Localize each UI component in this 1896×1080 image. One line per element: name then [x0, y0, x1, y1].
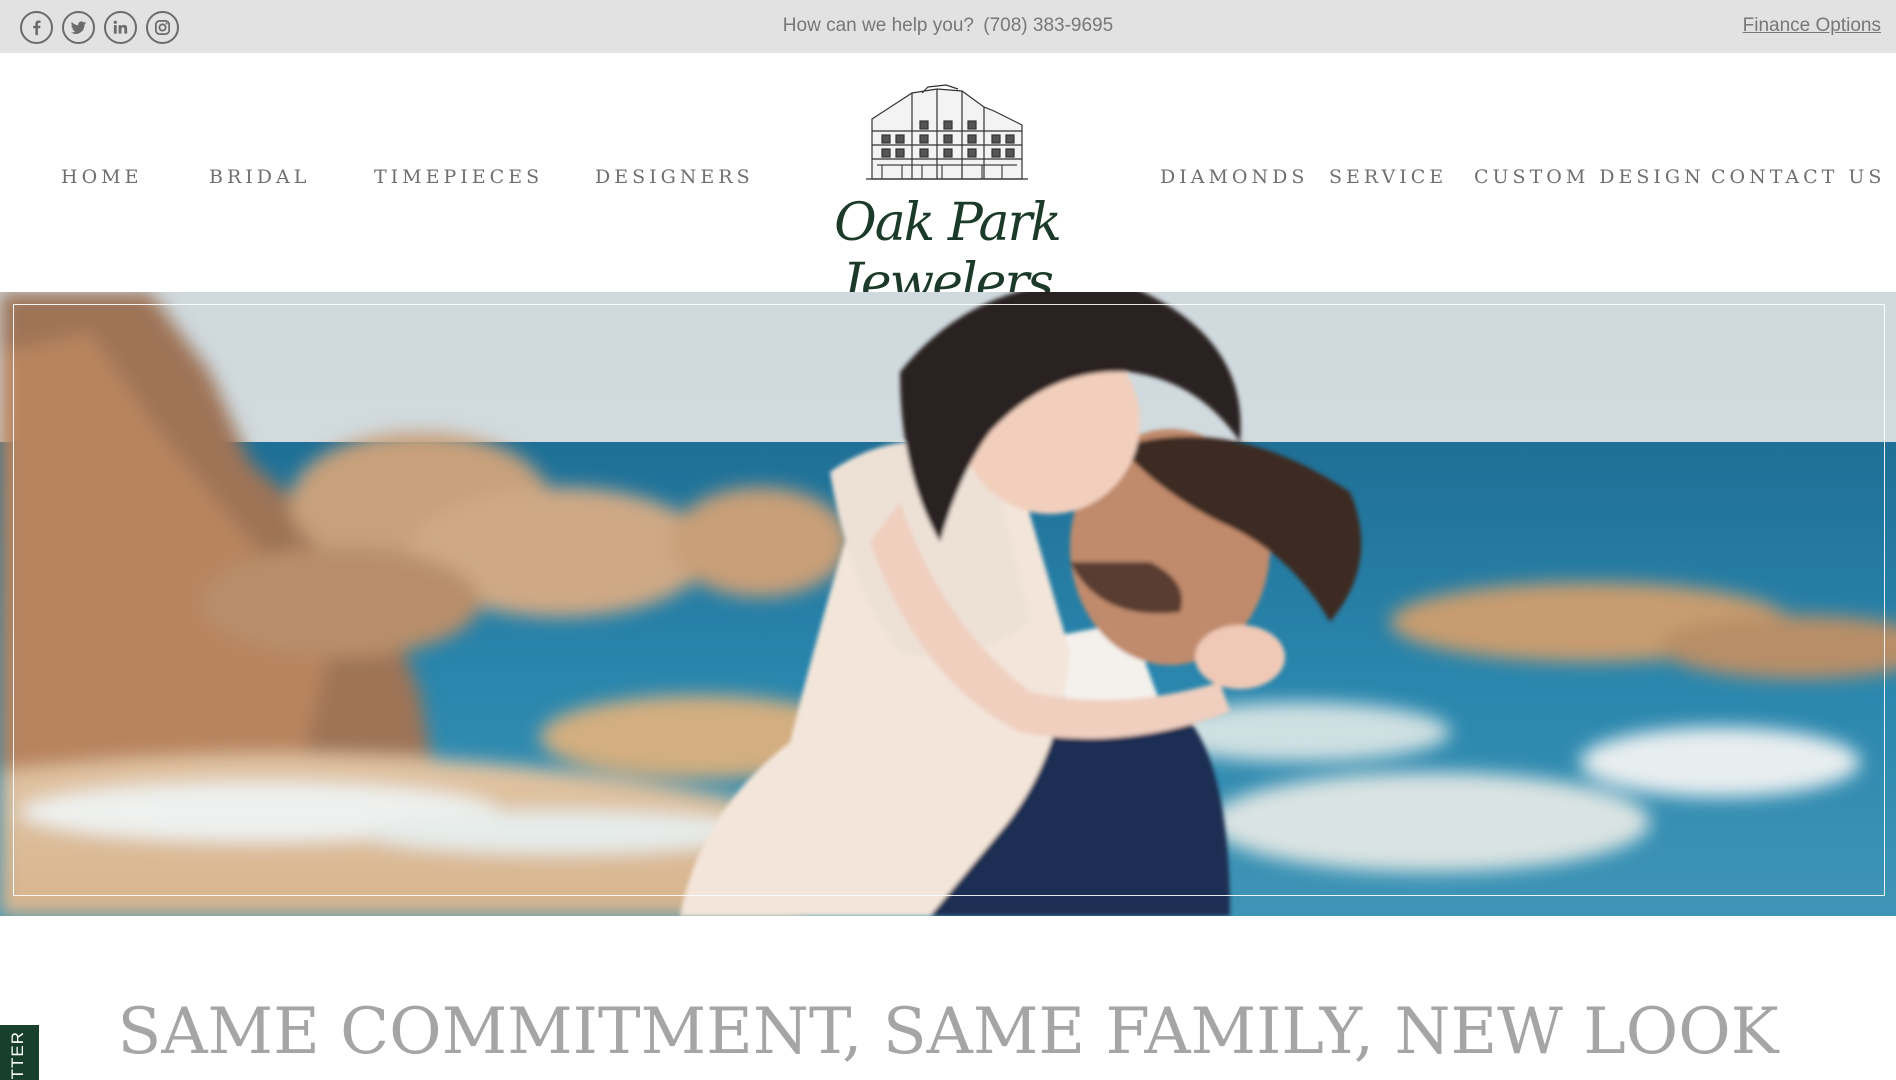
newsletter-tab-label: TTER — [8, 1031, 27, 1080]
nav-bridal[interactable]: BRIDAL — [209, 166, 310, 188]
finance-options-link[interactable]: Finance Options — [1743, 15, 1881, 37]
nav-designers[interactable]: DESIGNERS — [595, 166, 754, 188]
phone-link[interactable]: (708) 383-9695 — [983, 15, 1113, 36]
nav-timepieces[interactable]: TIMEPIECES — [374, 166, 543, 188]
site-header: HOME BRIDAL TIMEPIECES DESIGNERS Oak Par… — [0, 53, 1896, 313]
building-illustration — [866, 84, 1028, 180]
nav-service[interactable]: SERVICE — [1329, 166, 1447, 188]
help-line: How can we help you? (708) 383-9695 — [0, 15, 1896, 37]
top-bar: How can we help you? (708) 383-9695 Fina… — [0, 0, 1896, 53]
help-text: How can we help you? — [782, 15, 974, 36]
newsletter-tab[interactable]: TTER — [0, 1025, 39, 1080]
nav-custom-design[interactable]: CUSTOM DESIGN — [1474, 166, 1705, 188]
nav-contact-us[interactable]: CONTACT US — [1711, 166, 1885, 188]
nav-diamonds[interactable]: DIAMONDS — [1160, 166, 1308, 188]
site-logo[interactable]: Oak Park Jewelers — [762, 81, 1132, 313]
page-headline: SAME COMMITMENT, SAME FAMILY, NEW LOOK — [117, 995, 1779, 1069]
hero-banner — [0, 292, 1896, 916]
hero-image — [0, 292, 1896, 916]
nav-home[interactable]: HOME — [61, 166, 142, 188]
